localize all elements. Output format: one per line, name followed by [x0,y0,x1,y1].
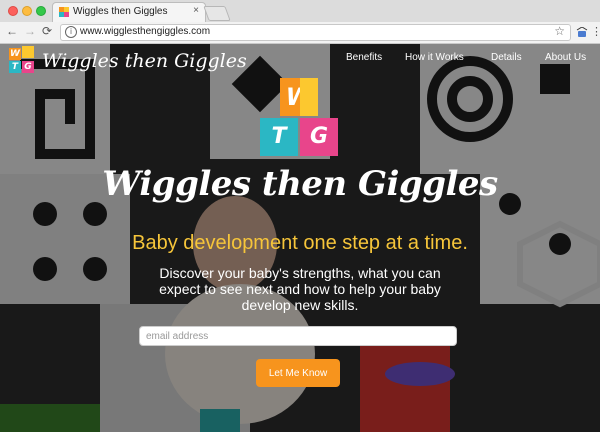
close-window-button[interactable] [8,6,18,16]
hero-tagline: Baby development one step at a time. [132,232,468,254]
nav-benefits[interactable]: Benefits [346,52,382,63]
let-me-know-button[interactable]: Let Me Know [256,359,340,387]
tab-close-icon[interactable]: × [193,5,199,16]
reload-icon[interactable]: ⟳ [42,24,52,38]
minimize-window-button[interactable] [22,6,32,16]
bookmark-star-icon[interactable]: ☆ [554,24,565,38]
email-input[interactable] [139,326,457,346]
site-info-icon[interactable]: i [65,26,77,38]
hero-logo-g: G [300,118,338,156]
hero-description: Discover your baby's strengths, what you… [159,265,441,313]
brand-name[interactable]: Wiggles then Giggles [42,50,247,72]
hero-logo-yellow [300,78,318,116]
maximize-window-button[interactable] [36,6,46,16]
new-tab-button[interactable] [203,6,231,21]
website-viewport: W T G Wiggles then Giggles Benefits How … [0,44,600,432]
logo-t-block: T [9,61,21,73]
hero-logo: W T G [260,78,340,158]
logo-w-block: W [9,48,21,60]
tab-title: Wiggles then Giggles [73,6,168,17]
forward-icon[interactable]: → [24,24,36,38]
extension-icon[interactable] [576,27,588,38]
hero-headline: Wiggles then Giggles [102,164,498,204]
favicon-icon [59,7,69,17]
back-icon[interactable]: ← [6,24,18,38]
nav-how-it-works[interactable]: How it Works [405,52,464,63]
browser-menu-icon[interactable]: ⋮ [591,25,600,38]
url-text[interactable]: www.wigglesthengiggles.com [80,26,210,37]
browser-toolbar: ← → ⟳ i www.wigglesthengiggles.com ☆ ⋮ [0,22,600,44]
logo-yellow-block [22,46,34,58]
nav-about-us[interactable]: About Us [545,52,586,63]
site-logo[interactable]: W T G [9,46,39,76]
browser-tab[interactable]: Wiggles then Giggles × [52,2,206,23]
nav-details[interactable]: Details [491,52,522,63]
hero-logo-t: T [260,118,298,156]
browser-tab-bar: Wiggles then Giggles × [0,0,600,23]
address-bar[interactable]: i www.wigglesthengiggles.com ☆ [60,24,571,41]
logo-g-block: G [22,61,34,73]
